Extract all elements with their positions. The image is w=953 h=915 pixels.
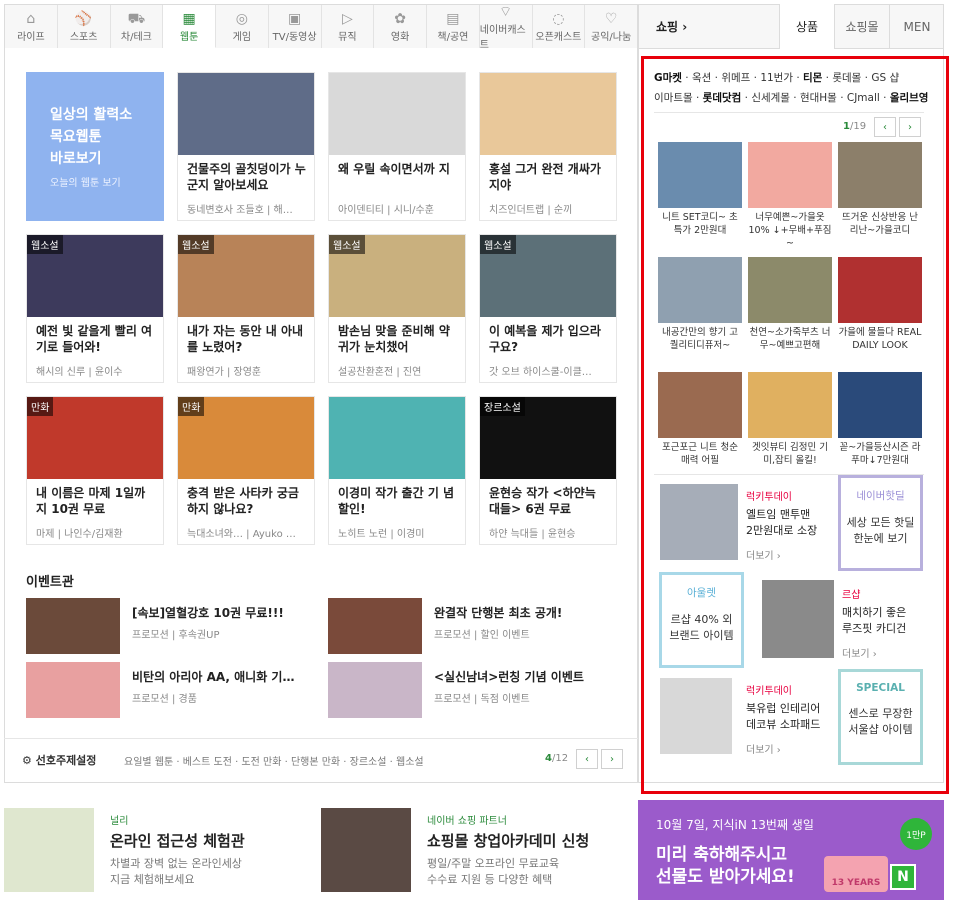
webtoon-card[interactable]: 웹소설 이 예복을 제가 입으라구요? 갓 오브 하이스쿨-이클… (479, 234, 617, 383)
webtoon-pager: 4/12 (545, 753, 569, 764)
tab-game[interactable]: ◎ 게임 (216, 5, 269, 48)
gamepad-icon: ◎ (235, 11, 248, 27)
tab-opencast[interactable]: ◌ 오픈캐스트 (533, 5, 586, 48)
tab-car-tech[interactable]: ⛟ 차/테크 (111, 5, 164, 48)
thumbnail: 웹소설 (27, 235, 163, 317)
webtoon-card[interactable]: 이경미 작가 출간 기 념 할인! 노히트 노런 | 이경미 (328, 396, 466, 545)
category-badge: 웹소설 (27, 235, 63, 254)
shopping-title[interactable]: 쇼핑 › (656, 18, 687, 35)
chevron-left-icon: ‹ (585, 753, 589, 765)
tab-navercast[interactable]: ⌔ 네이버캐스트 (480, 3, 533, 51)
webtoon-promo-banner[interactable]: 일상의 활력소 목요웹툰 바로보기 오늘의 웹툰 보기 (26, 72, 164, 221)
thumbnail (329, 73, 465, 155)
tv-icon: ▣ (288, 11, 302, 27)
webtoon-card[interactable]: 만화 내 이름은 마제 1일까지 10권 무료 마제 | 나인수/김재환 (26, 396, 164, 545)
naver-logo: N (890, 864, 916, 890)
webtoon-card[interactable]: 만화 충격 받은 사타카 궁금하지 않나요? 늑대소녀와… | Ayuko … (177, 396, 315, 545)
webtoon-card[interactable]: 건물주의 골칫덩이가 누군지 알아보세요 동네변호사 조들호 | 해… (177, 72, 315, 221)
webtoon-icon: ▦ (182, 10, 196, 27)
category-badge: 웹소설 (329, 235, 365, 254)
thumbnail (178, 73, 314, 155)
topic-settings-button[interactable]: ⚙ 선호주제설정 (22, 752, 96, 768)
category-tabbar: ⌂ 라이프 ⚾ 스포츠 ⛟ 차/테크 ▦ 웹툰 ◎ 게임 ▣ TV/동영상 ▷ 뮤직 ✿ 영화 … (4, 3, 638, 51)
event-thumbnail (328, 662, 422, 718)
event-thumbnail (26, 662, 120, 718)
tab-movie[interactable]: ✿ 영화 (374, 5, 427, 48)
webtoon-card[interactable]: 장르소설 윤현승 작가 <하얀늑 대들> 6권 무료 하얀 늑대들 | 윤현승 (479, 396, 617, 545)
webtoon-card[interactable]: 웹소설 예전 빛 같을게 빨리 여기로 들어와! 해시의 신루 | 윤이수 (26, 234, 164, 383)
heart-icon: ♡ (604, 11, 618, 27)
kin-anniversary-ad[interactable]: 10월 7일, 지식iN 13번째 생일 미리 축하해주시고 선물도 받아가세요… (638, 800, 944, 900)
category-badge: 웹소설 (480, 235, 516, 254)
thumbnail (480, 73, 616, 155)
category-badge: 장르소설 (480, 397, 525, 416)
next-page-button[interactable]: › (601, 749, 623, 769)
tab-tv[interactable]: ▣ TV/동영상 (269, 5, 322, 48)
event-item[interactable]: 완결작 단행본 최초 공개! 프로모션 | 할인 이벤트 (328, 598, 618, 654)
category-badge: 만화 (27, 397, 54, 416)
event-item[interactable]: 비탄의 아리아 AA, 애니화 기… 프로모션 | 경품 (26, 662, 316, 718)
thumbnail: 웹소설 (480, 235, 616, 317)
opencast-icon: ◌ (552, 11, 565, 27)
category-badge: 만화 (178, 397, 205, 416)
webtoon-links[interactable]: 요일별 웹툰 · 베스트 도전 · 도전 만화 · 단행본 만화 · 장르소설 … (124, 753, 424, 768)
tab-music[interactable]: ▷ 뮤직 (322, 5, 375, 48)
points-badge: 1만P (900, 818, 932, 850)
chevron-right-icon: › (678, 20, 688, 34)
cake-icon: 13 YEARS (824, 856, 888, 892)
tab-shopping-mall[interactable]: 쇼핑몰 (834, 4, 889, 49)
banner-image (321, 808, 411, 892)
film-icon: ✿ (394, 11, 406, 27)
thumbnail: 만화 (27, 397, 163, 479)
highlight-box (641, 56, 949, 794)
tab-life[interactable]: ⌂ 라이프 (5, 5, 58, 48)
tab-public[interactable]: ♡ 공익/나눔 (585, 5, 637, 48)
ball-icon: ⚾ (74, 11, 93, 27)
thumbnail: 웹소설 (329, 235, 465, 317)
webtoon-card[interactable]: 웹소설 밤손님 맞을 준비해 약귀가 눈치챘어 설공찬환혼전 | 진연 (328, 234, 466, 383)
home-icon: ⌂ (26, 11, 36, 27)
banner-image (4, 808, 94, 892)
event-thumbnail (328, 598, 422, 654)
play-icon: ▷ (341, 11, 353, 27)
car-icon: ⛟ (127, 11, 146, 27)
thumbnail: 웹소설 (178, 235, 314, 317)
book-icon: ▤ (446, 11, 460, 27)
tab-products[interactable]: 상품 (779, 4, 834, 49)
gear-icon: ⚙ (22, 754, 36, 767)
prev-page-button[interactable]: ‹ (576, 749, 598, 769)
event-thumbnail (26, 598, 120, 654)
event-item[interactable]: [속보]열혈강호 10권 무료!!! 프로모션 | 후속권UP (26, 598, 316, 654)
footer-banner-academy[interactable]: 네이버 쇼핑 파트너 쇼핑몰 창업아카데미 신청 평일/주말 오프라인 무료교육… (321, 808, 621, 898)
thumbnail (329, 397, 465, 479)
tab-webtoon[interactable]: ▦ 웹툰 (163, 5, 216, 48)
thumbnail: 만화 (178, 397, 314, 479)
tab-men[interactable]: MEN (889, 4, 944, 49)
chevron-right-icon: › (610, 753, 614, 765)
broadcast-icon: ⌔ (499, 3, 513, 20)
thumbnail: 장르소설 (480, 397, 616, 479)
tab-sports[interactable]: ⚾ 스포츠 (58, 5, 111, 48)
footer-banner-accessibility[interactable]: 널리 온라인 접근성 체험관 차별과 장벽 없는 온라인세상 지금 체험해보세요 (4, 808, 294, 898)
webtoon-card[interactable]: 왜 우릴 속이면서까 지 아이덴티티 | 시니/수훈 (328, 72, 466, 221)
webtoon-card[interactable]: 홍설 그거 완전 개싸가지야 치즈인더트랩 | 순끼 (479, 72, 617, 221)
event-item[interactable]: <실신남녀>런칭 기념 이벤트 프로모션 | 독점 이벤트 (328, 662, 618, 718)
tab-book[interactable]: ▤ 책/공연 (427, 5, 480, 48)
events-heading: 이벤트관 (26, 575, 74, 590)
webtoon-card[interactable]: 웹소설 내가 자는 동안 내 아내를 노렸어? 패왕연가 | 장영훈 (177, 234, 315, 383)
category-badge: 웹소설 (178, 235, 214, 254)
